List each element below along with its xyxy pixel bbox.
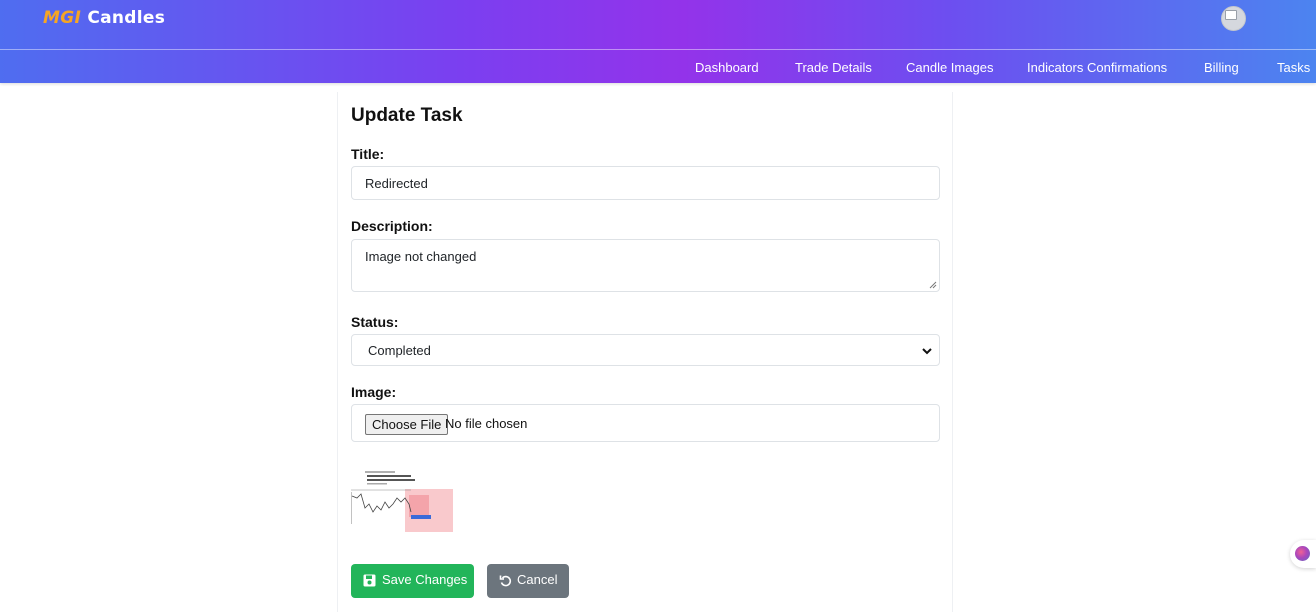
floppy-disk-icon — [363, 574, 376, 587]
nav-item-dashboard[interactable]: Dashboard — [695, 60, 759, 75]
save-changes-label: Save Changes — [382, 572, 468, 587]
logo[interactable]: MGI Candles — [43, 8, 165, 28]
page-title: Update Task — [351, 105, 463, 126]
image-preview — [351, 468, 453, 532]
nav-item-candle-images[interactable]: Candle Images — [906, 60, 993, 75]
description-textarea[interactable]: Image not changed — [351, 239, 940, 292]
file-status-text: No file chosen — [445, 416, 528, 431]
image-label: Image: — [351, 384, 397, 400]
resize-handle-icon[interactable] — [929, 281, 937, 289]
logo-text: Candles — [87, 8, 166, 28]
cancel-button[interactable]: Cancel — [487, 564, 569, 598]
brain-icon — [1295, 546, 1310, 561]
undo-icon — [499, 575, 512, 587]
status-label: Status: — [351, 314, 399, 330]
nav-item-billing[interactable]: Billing — [1204, 60, 1239, 75]
main-nav: Dashboard Trade Details Candle Images In… — [0, 51, 1316, 83]
update-task-card: Update Task Title: Redirected Descriptio… — [337, 92, 953, 612]
status-selected-value: Completed — [368, 343, 431, 358]
top-bar: MGI Candles — [0, 0, 1316, 50]
title-input[interactable]: Redirected — [351, 166, 940, 200]
save-changes-button[interactable]: Save Changes — [351, 564, 474, 598]
logo-mark: MGI — [43, 8, 82, 28]
chevron-down-icon — [922, 348, 932, 355]
cancel-label: Cancel — [517, 572, 558, 587]
description-label: Description: — [351, 218, 433, 234]
description-text: Image not changed — [365, 249, 477, 264]
nav-item-tasks[interactable]: Tasks — [1277, 60, 1310, 75]
app-header: MGI Candles Dashboard Trade Details Cand… — [0, 0, 1316, 83]
choose-file-button[interactable]: Choose File — [365, 414, 449, 435]
nav-item-indicators-confirmations[interactable]: Indicators Confirmations — [1027, 60, 1167, 75]
status-select[interactable]: Completed — [351, 334, 940, 366]
image-file-input[interactable]: Choose File No file chosen — [351, 404, 940, 442]
title-label: Title: — [351, 146, 385, 162]
avatar[interactable] — [1221, 6, 1246, 31]
assistant-widget[interactable] — [1290, 540, 1316, 568]
chart-thumbnail-image — [351, 468, 453, 532]
nav-item-trade-details[interactable]: Trade Details — [795, 60, 872, 75]
